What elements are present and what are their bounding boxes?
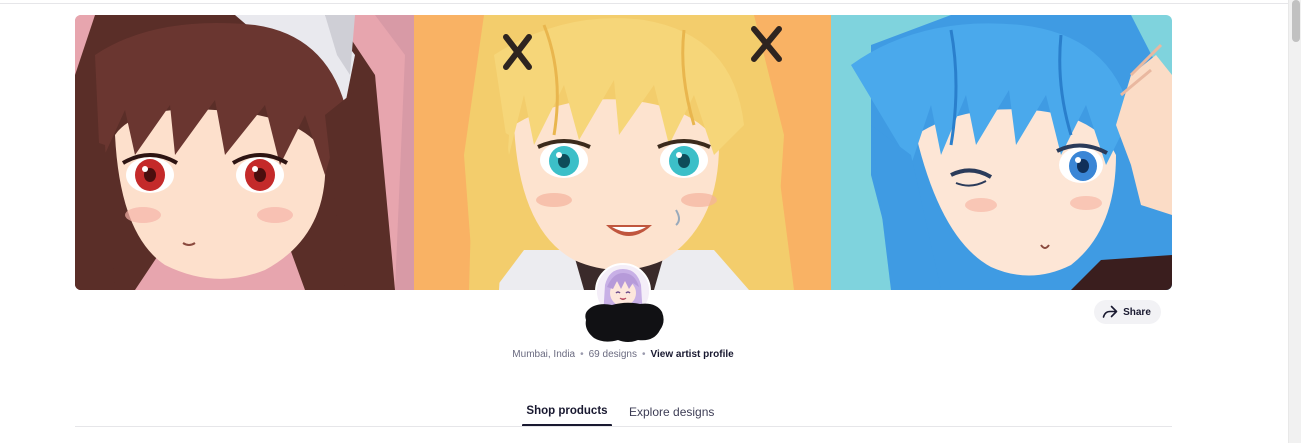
- banner-panel-blonde-girl: [414, 15, 831, 290]
- artist-shop-page: Mumbai, India • 69 designs • View artist pro…: [0, 0, 1301, 443]
- artist-banner: [75, 15, 1172, 290]
- artist-meta-line: Mumbai, India • 69 designs • View artist pro…: [0, 349, 1246, 360]
- tabs-divider: [75, 426, 1172, 427]
- tab-shop-products[interactable]: Shop products: [522, 405, 612, 417]
- banner-panel-maid-girl: [75, 15, 414, 290]
- header-divider: [0, 3, 1288, 4]
- scrollbar-thumb[interactable]: [1292, 0, 1300, 42]
- artist-name-redacted: [582, 300, 666, 344]
- share-arrow-icon: [1102, 305, 1118, 318]
- tab-explore-designs[interactable]: Explore designs: [629, 405, 714, 419]
- page-scrollbar[interactable]: [1288, 0, 1301, 443]
- share-label: Share: [1123, 306, 1151, 318]
- separator-dot: •: [642, 349, 646, 360]
- design-count: 69 designs: [588, 349, 637, 360]
- banner-panel-blue-hair-girl: [831, 15, 1172, 290]
- artist-location: Mumbai, India: [512, 349, 576, 360]
- view-artist-profile-link[interactable]: View artist profile: [651, 349, 734, 360]
- share-button[interactable]: Share: [1094, 300, 1161, 324]
- separator-dot: •: [580, 349, 584, 360]
